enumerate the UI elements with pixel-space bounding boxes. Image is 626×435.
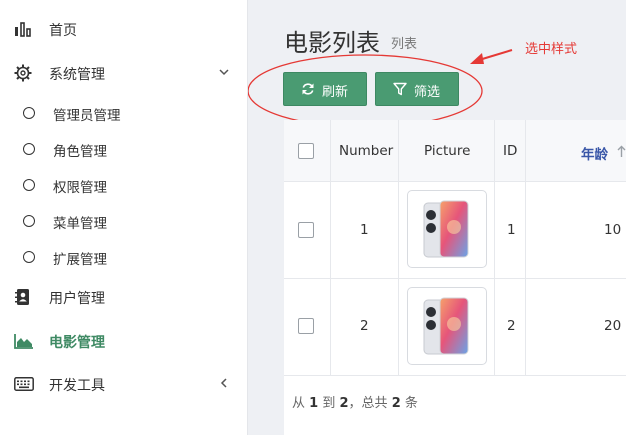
pagination-prefix: 从 — [292, 396, 306, 411]
filter-icon — [393, 82, 407, 96]
gear-icon — [14, 64, 32, 82]
sidebar-item-label: 角色管理 — [53, 144, 107, 160]
picture-thumbnail[interactable] — [407, 287, 487, 365]
cell-age: 10 — [604, 222, 622, 238]
phone-image — [423, 200, 469, 258]
circle-icon — [23, 179, 35, 191]
sidebar-item-label: 菜单管理 — [53, 216, 107, 232]
sidebar-item-extensions[interactable]: 扩展管理 — [0, 237, 248, 277]
column-divider — [330, 120, 331, 376]
table-row[interactable]: 1 1 10 — [284, 182, 626, 279]
keyboard-icon — [14, 377, 34, 391]
cell-number: 1 — [360, 222, 369, 238]
column-header-id[interactable]: ID — [503, 143, 517, 159]
column-header-picture[interactable]: Picture — [424, 143, 470, 159]
page-subtitle: 列表 — [391, 37, 418, 52]
sidebar-item-system[interactable]: 系统管理 — [0, 53, 248, 93]
pagination-total-prefix: ，总共 — [348, 396, 388, 411]
filter-button[interactable]: 筛选 — [375, 72, 459, 106]
pagination-to-word: 到 — [322, 396, 336, 411]
filter-label: 筛选 — [414, 85, 441, 100]
annotation-arrow — [478, 49, 513, 61]
sidebar-item-roles[interactable]: 角色管理 — [0, 129, 248, 169]
sidebar-item-label: 权限管理 — [53, 180, 107, 196]
column-divider — [525, 120, 526, 376]
circle-icon — [23, 107, 35, 119]
row-checkbox[interactable] — [298, 222, 314, 238]
select-all-checkbox[interactable] — [298, 143, 314, 159]
sort-arrow-icon[interactable] — [617, 145, 626, 157]
sidebar-item-users[interactable]: 用户管理 — [0, 277, 248, 317]
cell-number: 2 — [360, 318, 369, 334]
bar-chart-icon — [15, 22, 31, 37]
sidebar-item-label: 首页 — [49, 23, 77, 39]
cell-age: 20 — [604, 318, 622, 334]
data-table-card: Number Picture ID 年龄 1 1 10 2 2 20 从 1 到… — [284, 120, 626, 435]
annotation-arrowhead — [470, 53, 484, 64]
pagination-to: 2 — [339, 396, 349, 411]
picture-thumbnail[interactable] — [407, 190, 487, 268]
area-chart-icon — [14, 334, 33, 349]
cell-id: 1 — [507, 222, 516, 238]
chevron-down-icon[interactable] — [218, 66, 230, 78]
table-header: Number Picture ID 年龄 — [284, 120, 626, 182]
row-checkbox[interactable] — [298, 318, 314, 334]
sidebar-item-label: 电影管理 — [49, 335, 105, 351]
sidebar-item-label: 开发工具 — [49, 378, 105, 394]
circle-icon — [23, 143, 35, 155]
page-title: 电影列表 — [284, 29, 380, 57]
address-book-icon — [15, 289, 29, 305]
sidebar-item-home[interactable]: 首页 — [0, 9, 248, 49]
sidebar-item-devtools[interactable]: 开发工具 — [0, 364, 248, 404]
sidebar-item-label: 管理员管理 — [53, 108, 121, 124]
sidebar-item-permissions[interactable]: 权限管理 — [0, 165, 248, 205]
sidebar: 首页 系统管理 管理员管理 角色管理 权限管理 菜单管理 扩展管理 用户管理 电… — [0, 0, 248, 435]
sidebar-item-movies[interactable]: 电影管理 — [0, 321, 248, 361]
sidebar-item-admin[interactable]: 管理员管理 — [0, 93, 248, 133]
pagination-total: 2 — [391, 396, 401, 411]
sidebar-item-label: 扩展管理 — [53, 252, 107, 268]
refresh-icon — [302, 83, 314, 95]
pagination-summary: 从 1 到 2，总共 2 条 — [292, 392, 418, 411]
column-divider — [398, 120, 399, 376]
cell-id: 2 — [507, 318, 516, 334]
column-header-age[interactable]: 年龄 — [581, 143, 608, 163]
sidebar-item-menus[interactable]: 菜单管理 — [0, 201, 248, 241]
pagination-unit: 条 — [404, 396, 418, 411]
annotation-label: 选中样式 — [525, 42, 578, 57]
phone-image — [423, 297, 469, 355]
column-divider — [494, 120, 495, 376]
main-content: 电影列表 列表 选中样式 刷新 筛选 Number Picture ID 年龄 — [248, 0, 626, 435]
chevron-left-icon[interactable] — [218, 377, 230, 389]
pagination-from: 1 — [309, 396, 319, 411]
refresh-label: 刷新 — [322, 85, 349, 100]
sidebar-item-label: 用户管理 — [49, 291, 105, 307]
circle-icon — [23, 215, 35, 227]
circle-icon — [23, 251, 35, 263]
table-row[interactable]: 2 2 20 — [284, 279, 626, 376]
refresh-button[interactable]: 刷新 — [283, 72, 367, 106]
sidebar-item-label: 系统管理 — [49, 67, 105, 83]
column-header-number[interactable]: Number — [339, 143, 393, 159]
